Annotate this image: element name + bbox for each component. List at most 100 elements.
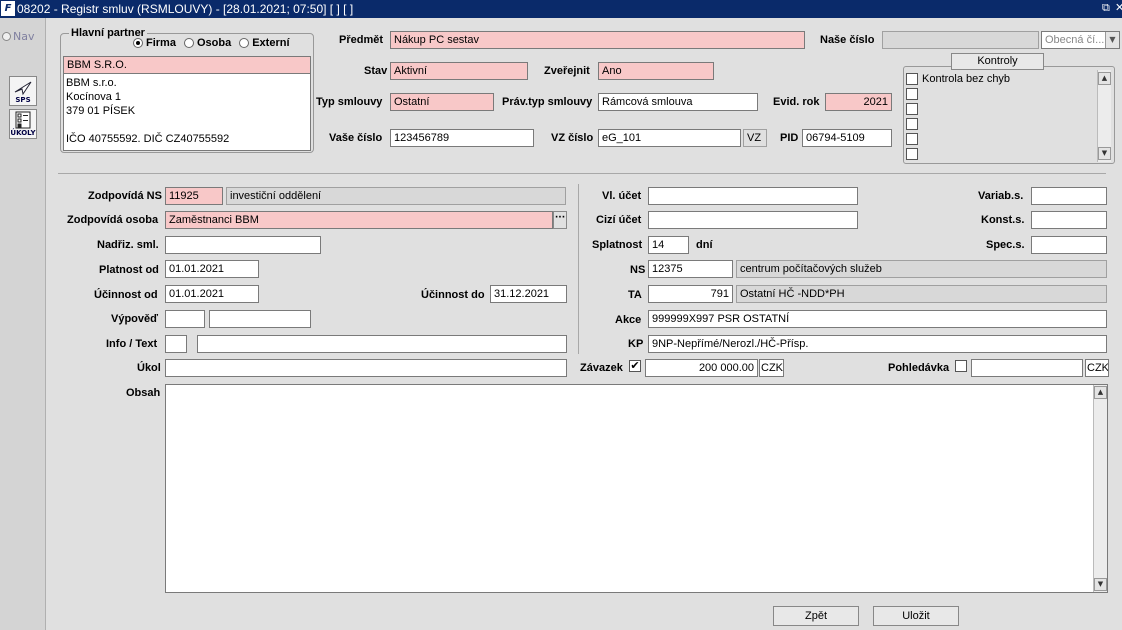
akce-label: Akce — [615, 314, 642, 326]
scroll-up-icon[interactable]: ▲ — [1098, 72, 1111, 85]
evid-rok-field[interactable]: 2021 — [825, 93, 892, 111]
address-line: Kocínova 1 — [66, 91, 122, 103]
cizi-ucet-field[interactable] — [648, 211, 858, 229]
scroll-down-icon[interactable]: ▼ — [1094, 578, 1107, 591]
zavazek-checkbox[interactable]: ✔ — [629, 360, 641, 372]
pid-field[interactable]: 06794-5109 — [802, 129, 892, 147]
more-icon[interactable]: ··· — [553, 211, 567, 229]
scroll-up-icon[interactable]: ▲ — [1094, 386, 1107, 399]
column-divider — [578, 184, 579, 354]
pohledavka-checkbox[interactable] — [955, 360, 967, 372]
ukol-field[interactable] — [165, 359, 567, 377]
kontrola-checkbox[interactable] — [906, 88, 918, 100]
stav-field[interactable]: Aktivní — [390, 62, 528, 80]
info-field[interactable] — [165, 335, 187, 353]
vz-cislo-label: VZ číslo — [551, 132, 594, 144]
kontrola-checkbox[interactable] — [906, 133, 918, 145]
zverejnit-label: Zveřejnit — [544, 65, 590, 77]
ucinnost-od-field[interactable]: 01.01.2021 — [165, 285, 259, 303]
predmet-label: Předmět — [339, 34, 384, 46]
vypoved-label: Výpověď — [111, 313, 159, 325]
kontrola-checkbox[interactable] — [906, 103, 918, 115]
kp-field[interactable]: 9NP-Nepřímé/Nerozl./HČ-Přísp. — [648, 335, 1107, 353]
ta-code-field[interactable]: 791 — [648, 285, 733, 303]
zodp-osoba-field[interactable]: Zaměstnanci BBM — [165, 211, 553, 229]
ns-name-field: centrum počítačových služeb — [736, 260, 1107, 278]
ukoly-button[interactable]: ÚKOLY — [9, 109, 37, 139]
kontrola-checkbox[interactable] — [906, 118, 918, 130]
pravtyp-field[interactable]: Rámcová smlouva — [598, 93, 758, 111]
kontroly-scrollbar[interactable]: ▲ ▼ — [1097, 70, 1111, 162]
plane-icon — [14, 81, 32, 96]
ucinnost-od-label: Účinnost od — [94, 289, 158, 301]
radio-externi-dot — [239, 38, 250, 48]
ukoly-label: ÚKOLY — [10, 129, 36, 137]
kontroly-button[interactable]: Kontroly — [951, 53, 1044, 70]
kp-label: KP — [628, 338, 644, 350]
spec-label: Spec.s. — [986, 239, 1025, 251]
left-toolbar: Nav SPS ÚKOLY — [0, 18, 46, 630]
partner-address: BBM s.r.o. Kocínova 1 379 01 PÍSEK IČO 4… — [63, 73, 311, 151]
nav-radio[interactable]: Nav — [2, 30, 34, 43]
partner-type-radios: Firma Osoba Externí — [133, 37, 290, 49]
spec-field[interactable] — [1031, 236, 1107, 254]
stav-label: Stav — [364, 65, 388, 77]
variab-label: Variab.s. — [978, 190, 1024, 202]
vl-ucet-field[interactable] — [648, 187, 858, 205]
ucinnost-do-field[interactable]: 31.12.2021 — [490, 285, 567, 303]
radio-firma[interactable]: Firma — [133, 37, 176, 49]
zodp-ns-code-field[interactable]: 11925 — [165, 187, 223, 205]
radio-osoba[interactable]: Osoba — [183, 37, 231, 49]
radio-externi[interactable]: Externí — [239, 37, 290, 49]
text-field[interactable] — [197, 335, 567, 353]
radio-firma-label: Firma — [146, 37, 176, 49]
kontrola-checkbox[interactable] — [906, 73, 918, 85]
obsah-textarea[interactable] — [165, 384, 1108, 593]
back-button[interactable]: Zpět — [773, 606, 859, 626]
typ-smlouvy-field[interactable]: Ostatní — [390, 93, 494, 111]
sps-button[interactable]: SPS — [9, 76, 37, 106]
pohledavka-label: Pohledávka — [888, 362, 950, 374]
pid-label: PID — [780, 132, 799, 144]
ukol-label: Úkol — [137, 362, 161, 374]
vypoved-field-1[interactable] — [165, 310, 205, 328]
zodp-ns-label: Zodpovídá NS — [88, 190, 162, 202]
address-line — [66, 118, 308, 132]
nav-label: Nav — [13, 30, 35, 43]
vase-cislo-field[interactable]: 123456789 — [390, 129, 534, 147]
app-icon: F — [1, 1, 15, 16]
zavazek-label: Závazek — [580, 362, 623, 374]
typ-smlouvy-label: Typ smlouvy — [316, 96, 383, 108]
nase-cislo-field[interactable] — [882, 31, 1039, 49]
kontrola-checkbox[interactable] — [906, 148, 918, 160]
nadriz-field[interactable] — [165, 236, 321, 254]
konst-field[interactable] — [1031, 211, 1107, 229]
scroll-down-icon[interactable]: ▼ — [1098, 147, 1111, 160]
vz-cislo-field[interactable]: eG_101 — [598, 129, 741, 147]
splatnost-field[interactable]: 14 — [648, 236, 689, 254]
predmet-field[interactable]: Nákup PC sestav — [390, 31, 805, 49]
radio-osoba-dot — [183, 38, 194, 48]
zverejnit-field[interactable]: Ano — [598, 62, 714, 80]
variab-field[interactable] — [1031, 187, 1107, 205]
pravtyp-label: Práv.typ smlouvy — [502, 96, 593, 108]
chevron-down-icon[interactable]: ▼ — [1105, 32, 1119, 48]
konst-label: Konst.s. — [981, 214, 1025, 226]
obsah-scrollbar[interactable]: ▲ ▼ — [1093, 385, 1107, 592]
partner-name-field[interactable]: BBM S.R.O. — [63, 56, 311, 74]
close-icon[interactable]: ✕ — [1115, 1, 1122, 14]
ucinnost-do-label: Účinnost do — [421, 289, 485, 301]
save-button[interactable]: Uložit — [873, 606, 959, 626]
ns-code-field[interactable]: 12375 — [648, 260, 733, 278]
vypoved-field-2[interactable] — [209, 310, 311, 328]
zodp-osoba-label: Zodpovídá osoba — [67, 214, 159, 226]
akce-field[interactable]: 999999X997 PSR OSTATNÍ — [648, 310, 1107, 328]
title-bar: F 08202 - Registr smluv (RSMLOUVY) - [28… — [0, 0, 1122, 18]
address-line: 379 01 PÍSEK — [66, 105, 136, 117]
platnost-field[interactable]: 01.01.2021 — [165, 260, 259, 278]
zavazek-amount-field[interactable]: 200 000.00 — [645, 359, 758, 377]
pohledavka-amount-field[interactable] — [971, 359, 1083, 377]
restore-icon[interactable]: ⧉ — [1102, 1, 1110, 15]
splatnost-label: Splatnost — [592, 239, 643, 251]
dni-label: dní — [696, 239, 713, 251]
